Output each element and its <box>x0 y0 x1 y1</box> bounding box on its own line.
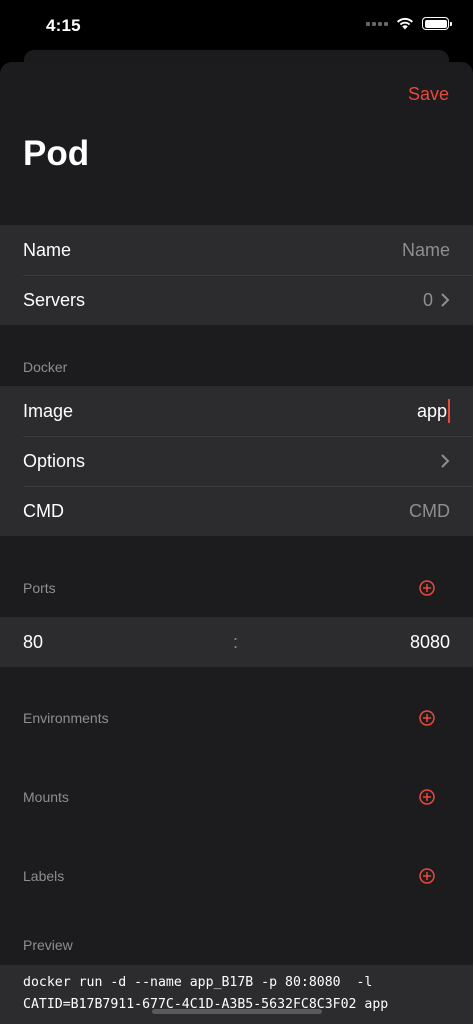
image-label: Image <box>23 400 74 421</box>
add-mount-button[interactable] <box>419 789 435 805</box>
image-row[interactable]: Image app <box>0 386 473 436</box>
home-indicator[interactable] <box>152 1009 322 1014</box>
status-time: 4:15 <box>46 16 81 35</box>
preview-section-header: Preview <box>23 937 73 953</box>
wifi-icon <box>397 17 413 30</box>
host-port-input[interactable]: 80 <box>23 632 203 653</box>
servers-value: 0 <box>423 290 450 311</box>
text-cursor <box>448 399 450 423</box>
pod-form-sheet: Save Pod Name Name Servers 0 Docker Imag… <box>0 62 473 1024</box>
command-preview: docker run -d --name app_B17B -p 80:8080… <box>0 965 473 1024</box>
page-title: Pod <box>23 134 90 173</box>
battery-icon <box>422 17 452 30</box>
cellular-signal-icon <box>366 21 388 26</box>
labels-section-header: Labels <box>23 868 65 884</box>
cmd-input[interactable]: CMD <box>409 501 450 522</box>
add-port-button[interactable] <box>419 580 435 596</box>
name-label: Name <box>23 239 72 260</box>
preview-line-1: docker run -d --name app_B17B -p 80:8080… <box>23 975 373 990</box>
port-separator: : <box>233 631 239 652</box>
mounts-section-header: Mounts <box>23 789 69 805</box>
docker-section-header: Docker <box>23 359 68 375</box>
container-port-input[interactable]: 8080 <box>410 632 450 653</box>
add-environment-button[interactable] <box>419 710 435 726</box>
image-value: app <box>416 400 447 421</box>
chevron-right-icon <box>441 454 450 468</box>
status-icons <box>366 17 452 30</box>
docker-group: Image app Options CMD CMD <box>0 386 473 536</box>
servers-label: Servers <box>23 289 86 310</box>
image-input[interactable]: app <box>417 399 450 423</box>
servers-count: 0 <box>422 289 433 310</box>
servers-row[interactable]: Servers 0 <box>0 275 473 325</box>
options-value <box>441 454 450 468</box>
options-label: Options <box>23 450 86 471</box>
save-button[interactable]: Save <box>408 84 449 105</box>
ports-section-header: Ports <box>23 580 56 596</box>
options-row[interactable]: Options <box>0 436 473 486</box>
name-row[interactable]: Name Name <box>0 225 473 275</box>
general-group: Name Name Servers 0 <box>0 225 473 325</box>
port-mapping-row: 80 : 8080 <box>0 617 473 667</box>
status-bar: 4:15 <box>0 0 473 50</box>
add-label-button[interactable] <box>419 868 435 884</box>
ports-group: 80 : 8080 <box>0 617 473 667</box>
name-input[interactable]: Name <box>402 240 450 261</box>
chevron-right-icon <box>441 293 450 307</box>
cmd-row[interactable]: CMD CMD <box>0 486 473 536</box>
environments-section-header: Environments <box>23 710 109 726</box>
cmd-label: CMD <box>23 500 64 521</box>
